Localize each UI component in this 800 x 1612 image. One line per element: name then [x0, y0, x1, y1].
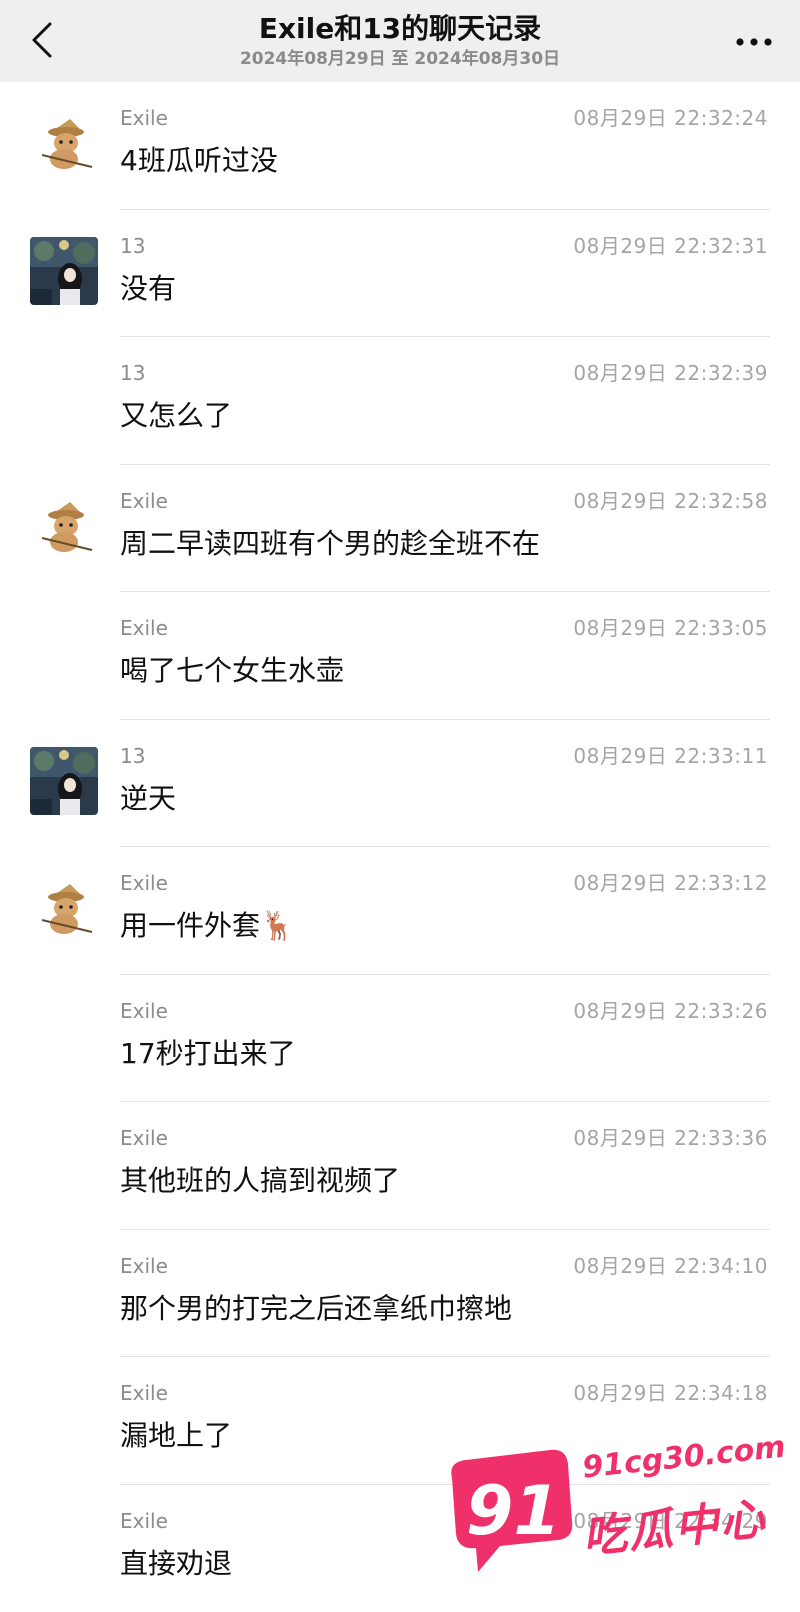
- thirteen-avatar[interactable]: [30, 747, 98, 815]
- watermark-number: 91: [466, 1472, 561, 1551]
- message-text: 直接劝退: [120, 1545, 232, 1583]
- exile-avatar[interactable]: [30, 492, 98, 560]
- message-text: 用一件外套🦌: [120, 907, 295, 945]
- message-time: 08月29日 22:32:39: [573, 361, 768, 385]
- message-time: 08月29日 22:34:10: [573, 1254, 768, 1278]
- message-row[interactable]: Exile 08月29日 22:32:58 周二早读四班有个男的趁全班不在: [0, 465, 800, 593]
- sender-name: Exile: [120, 1509, 168, 1533]
- message-row[interactable]: Exile 08月29日 22:33:26 17秒打出来了: [0, 975, 800, 1103]
- message-text: 漏地上了: [120, 1417, 232, 1455]
- message-text: 喝了七个女生水壶: [120, 652, 344, 690]
- message-text: 逆天: [120, 780, 176, 818]
- more-dots-icon: [734, 37, 774, 47]
- message-row[interactable]: 13 08月29日 22:32:39 又怎么了: [0, 337, 800, 465]
- watermark-logo: 91: [438, 1440, 588, 1590]
- message-time: 08月29日 22:33:36: [573, 1126, 768, 1150]
- message-text: 4班瓜听过没: [120, 142, 278, 180]
- date-range: 2024年08月29日 至 2024年08月30日: [0, 48, 800, 70]
- sender-name: 13: [120, 361, 145, 385]
- page-title: Exile和13的聊天记录: [0, 12, 800, 46]
- message-time: 08月29日 22:32:24: [573, 106, 768, 130]
- sender-name: 13: [120, 234, 145, 258]
- message-row[interactable]: Exile 08月29日 22:33:12 用一件外套🦌: [0, 847, 800, 975]
- message-time: 08月29日 22:33:05: [573, 616, 768, 640]
- message-row[interactable]: 13 08月29日 22:33:11 逆天: [0, 720, 800, 848]
- message-time: 08月29日 22:34:18: [573, 1381, 768, 1405]
- watermark: 91 91cg30.com 吃瓜中心: [438, 1440, 778, 1590]
- message-text: 周二早读四班有个男的趁全班不在: [120, 525, 540, 563]
- message-time: 08月29日 22:32:58: [573, 489, 768, 513]
- sender-name: Exile: [120, 1254, 168, 1278]
- title-bar: Exile和13的聊天记录 2024年08月29日 至 2024年08月30日: [0, 0, 800, 82]
- sender-name: Exile: [120, 616, 168, 640]
- message-text: 又怎么了: [120, 397, 232, 435]
- watermark-name: 吃瓜中心: [579, 1483, 769, 1566]
- sender-name: Exile: [120, 106, 168, 130]
- sender-name: Exile: [120, 1126, 168, 1150]
- message-row[interactable]: Exile 08月29日 22:33:36 其他班的人搞到视频了: [0, 1102, 800, 1230]
- message-time: 08月29日 22:32:31: [573, 234, 768, 258]
- more-button[interactable]: [730, 22, 778, 62]
- sender-name: Exile: [120, 489, 168, 513]
- message-row[interactable]: Exile 08月29日 22:32:24 4班瓜听过没: [0, 82, 800, 210]
- exile-avatar[interactable]: [30, 109, 98, 177]
- exile-avatar[interactable]: [30, 874, 98, 942]
- sender-name: 13: [120, 744, 145, 768]
- sender-name: Exile: [120, 871, 168, 895]
- message-text: 其他班的人搞到视频了: [120, 1162, 400, 1200]
- thirteen-avatar[interactable]: [30, 237, 98, 305]
- sender-name: Exile: [120, 999, 168, 1023]
- message-row[interactable]: Exile 08月29日 22:34:10 那个男的打完之后还拿纸巾擦地: [0, 1230, 800, 1358]
- message-list: Exile 08月29日 22:32:24 4班瓜听过没 13 08月29日 22:32…: [0, 82, 800, 1612]
- message-text: 没有: [120, 270, 176, 308]
- message-text: 那个男的打完之后还拿纸巾擦地: [120, 1290, 512, 1328]
- message-row[interactable]: Exile 08月29日 22:33:05 喝了七个女生水壶: [0, 592, 800, 720]
- sender-name: Exile: [120, 1381, 168, 1405]
- message-time: 08月29日 22:33:12: [573, 871, 768, 895]
- message-time: 08月29日 22:33:26: [573, 999, 768, 1023]
- message-row[interactable]: 13 08月29日 22:32:31 没有: [0, 210, 800, 338]
- message-time: 08月29日 22:33:11: [573, 744, 768, 768]
- message-text: 17秒打出来了: [120, 1035, 296, 1073]
